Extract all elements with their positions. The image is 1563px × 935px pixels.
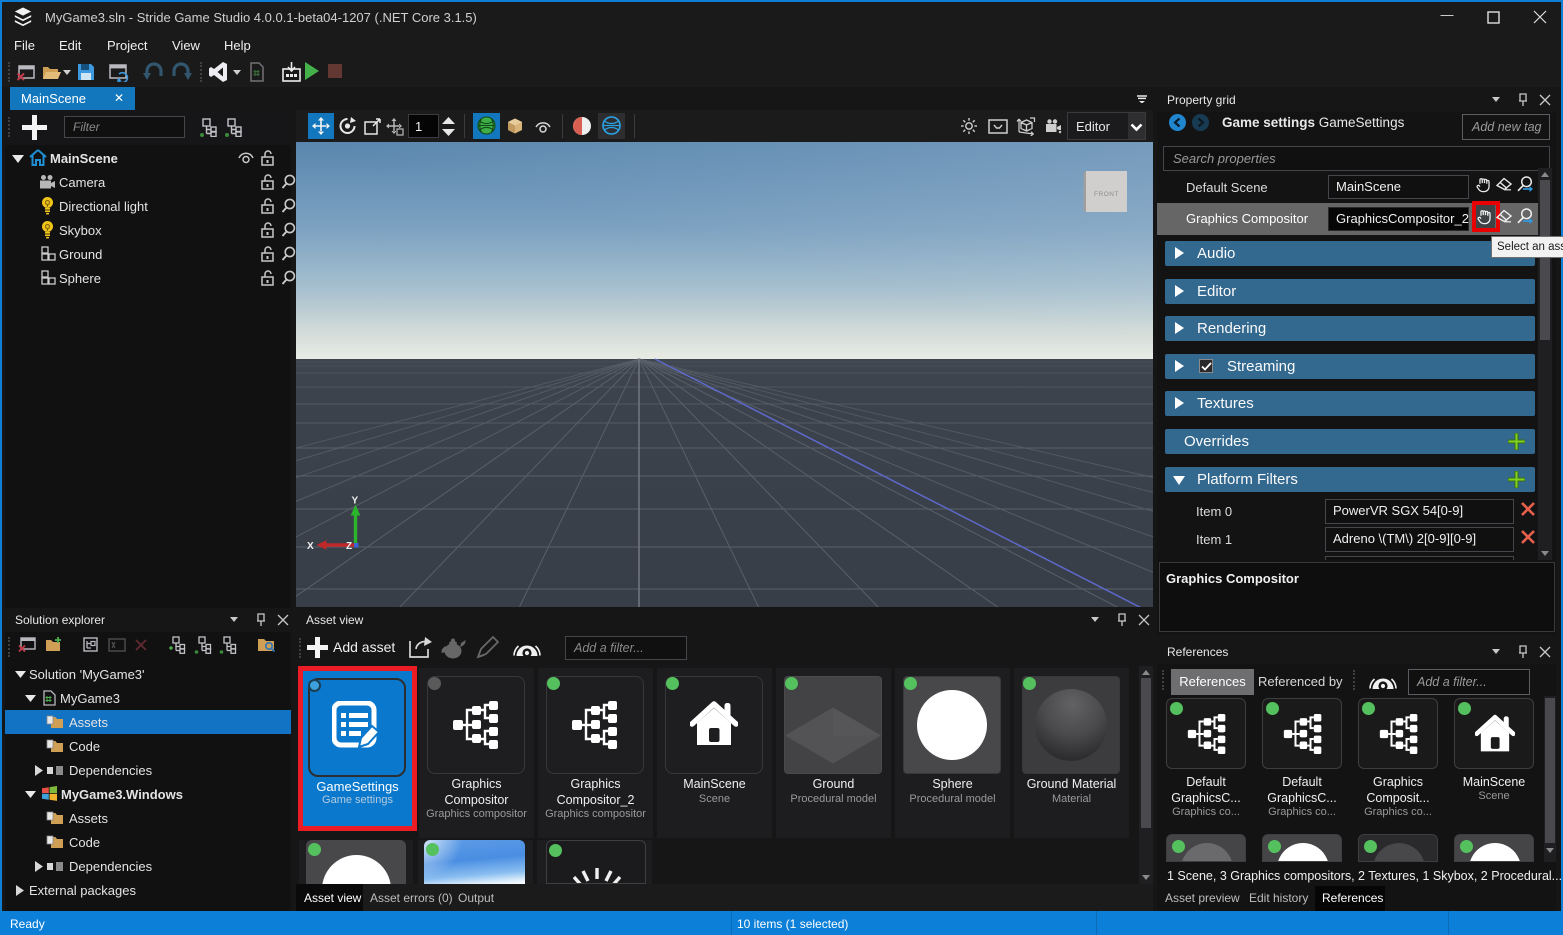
svg-text:Z: Z xyxy=(346,541,352,552)
svg-text:X: X xyxy=(307,541,314,552)
svg-text:Y: Y xyxy=(352,496,359,507)
svg-text:FRONT: FRONT xyxy=(1094,191,1119,198)
